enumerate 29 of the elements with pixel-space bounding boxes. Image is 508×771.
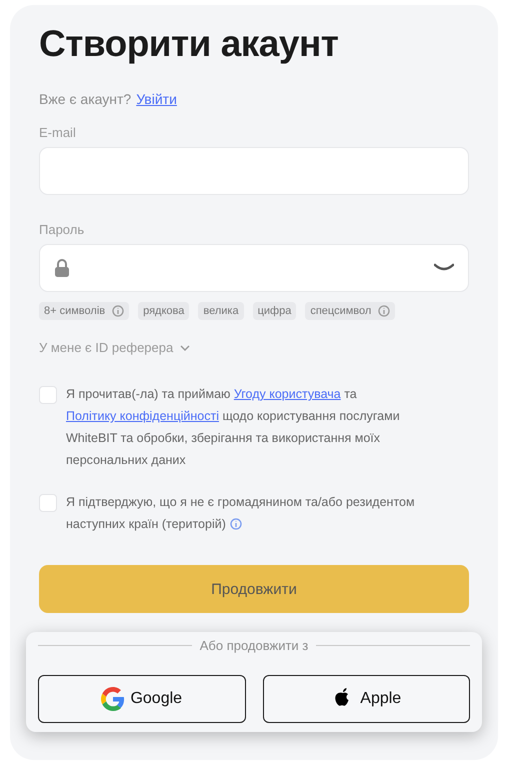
page-title: Створити акаунт (39, 23, 340, 65)
document-link[interactable]: Політику конфіденційності (66, 409, 219, 423)
requirement-chip: 8+ символів (39, 302, 130, 320)
email-field[interactable] (39, 147, 469, 195)
requirement-chip: спецсимвол (305, 302, 396, 320)
info-icon (112, 305, 124, 317)
apple-button[interactable]: Apple (262, 675, 470, 723)
document-link[interactable]: Угоду користувача (234, 387, 341, 401)
email-label: E-mail (39, 125, 77, 140)
agreement-text: Я підтверджую, що я не є громадянином та/або резидентом наступних країн (територій) (66, 494, 416, 533)
info-icon[interactable] (230, 518, 242, 530)
requirement-chip: велика (198, 302, 244, 320)
referrer-toggle[interactable]: У мене є ID реферера (39, 340, 190, 355)
eye-closed-icon[interactable] (434, 263, 454, 273)
google-button[interactable]: Google (38, 675, 246, 723)
password-field[interactable] (39, 244, 469, 292)
continue-button[interactable]: Продовжити (39, 565, 469, 613)
divider-text: Або продовжити з (200, 638, 308, 653)
info-icon (378, 305, 390, 317)
checkbox[interactable] (39, 494, 57, 512)
login-prompt: Вже є акаунт? (39, 91, 132, 107)
password-label: Пароль (39, 222, 86, 237)
login-link[interactable]: Увійти (136, 91, 177, 107)
agreement-text: Я прочитав(-ла) та приймаю Угоду користувача та Політику конфіденційності щодо користування послугами WhiteBIT та обробки, зберігання та використання моїх персональних даних (66, 386, 401, 469)
lock-icon (54, 259, 70, 277)
requirement-chip: рядкова (138, 302, 190, 320)
checkbox[interactable] (39, 386, 57, 404)
requirement-chip: цифра (252, 302, 296, 320)
google-icon (101, 687, 126, 711)
